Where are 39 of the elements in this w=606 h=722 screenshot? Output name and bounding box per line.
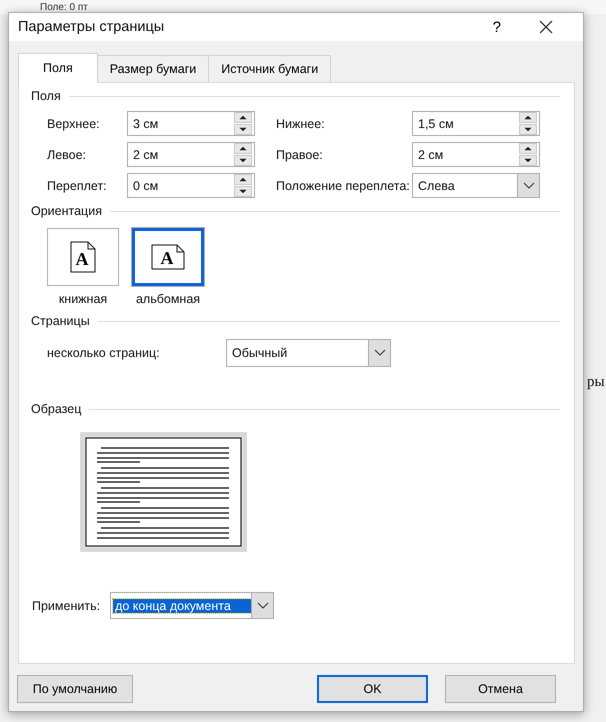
field-label: Верхнее:	[47, 116, 101, 130]
document-icon: A	[70, 241, 96, 273]
document-text: ры	[587, 374, 605, 391]
field-label: несколько страниц:	[47, 346, 161, 360]
spin-field[interactable]: 1,5 см	[412, 111, 540, 136]
spin-field[interactable]: 2 см	[127, 142, 255, 167]
field-label: Нижнее:	[275, 116, 326, 130]
caret-icon	[522, 182, 534, 190]
field-label: Положение переплета:	[275, 178, 411, 192]
spin-field[interactable]: 3 см	[127, 111, 255, 136]
window-title: Параметры страницы	[18, 19, 166, 35]
dropdown[interactable]: до конца документа	[110, 592, 274, 619]
field-label: Правое:	[275, 148, 324, 162]
field-label: Левое:	[47, 148, 88, 162]
help-button[interactable]: ?	[484, 18, 509, 36]
spin-field[interactable]: 2 см	[412, 142, 540, 167]
orientation-button[interactable]: A	[47, 228, 119, 286]
caret-icon	[256, 602, 269, 610]
close-icon[interactable]	[539, 20, 553, 34]
dialog-button[interactable]: По умолчанию	[17, 675, 133, 703]
group-heading: Страницы	[31, 314, 90, 328]
tab[interactable]: Поля	[18, 53, 98, 83]
dropdown[interactable]: Слева	[412, 173, 540, 198]
field-label: Применить:	[32, 598, 100, 612]
caret-icon	[374, 349, 386, 357]
dropdown[interactable]: Обычный	[226, 339, 391, 367]
dialog-button[interactable]: Отмена	[445, 675, 556, 703]
orientation-button[interactable]: A	[132, 228, 204, 286]
spin-field[interactable]: 0 см	[127, 173, 255, 198]
group-heading: Поля	[31, 89, 61, 103]
orientation-label: альбомная	[136, 292, 200, 306]
document-icon: A	[151, 244, 185, 270]
tab[interactable]: Источник бумаги	[208, 55, 332, 82]
orientation-label: книжная	[58, 292, 108, 306]
ruler-text: Поле: 0 пт	[40, 2, 88, 14]
group-heading: Ориентация	[31, 204, 102, 218]
field-label: Переплет:	[47, 178, 108, 192]
group-heading: Образец	[31, 402, 82, 416]
dialog-button[interactable]: OK	[317, 675, 428, 703]
